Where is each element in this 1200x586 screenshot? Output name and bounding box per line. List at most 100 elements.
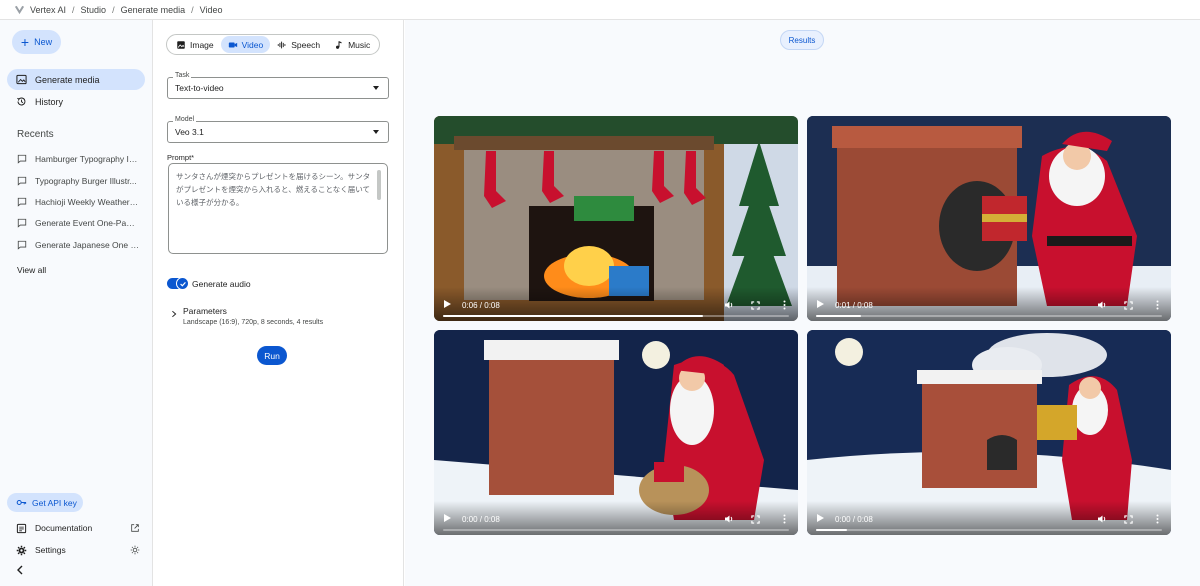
documentation-link[interactable]: Documentation [16, 521, 140, 535]
video-time: 0:00 / 0:08 [462, 515, 500, 524]
recent-item[interactable]: Hachioji Weekly Weather ... [17, 195, 139, 209]
view-all-link[interactable]: View all [17, 265, 46, 275]
results-chip[interactable]: Results [780, 30, 824, 50]
recent-item[interactable]: Generate Japanese One P... [17, 238, 139, 252]
settings-link[interactable]: Settings [16, 543, 140, 557]
breadcrumb-separator: / [112, 4, 115, 15]
recent-item-label: Hamburger Typography Ill... [35, 154, 139, 164]
task-value: Text-to-video [175, 83, 224, 93]
tab-label: Image [190, 39, 214, 50]
video-controls: 0:06 / 0:08 [434, 287, 798, 321]
breadcrumb-item-generate-media[interactable]: Generate media [121, 5, 186, 15]
fullscreen-icon[interactable] [751, 515, 760, 524]
key-icon [16, 499, 27, 506]
video-result-3[interactable]: 0:00 / 0:08 [434, 330, 798, 535]
collapse-sidebar-icon[interactable] [14, 564, 26, 576]
tab-image[interactable]: Image [169, 36, 221, 53]
task-label: Task [173, 72, 192, 79]
video-progress-track[interactable] [443, 529, 789, 531]
play-icon[interactable] [817, 514, 824, 522]
history-icon [17, 97, 26, 106]
run-button[interactable]: Run [257, 346, 287, 365]
breadcrumb: Vertex AI / Studio / Generate media / Vi… [0, 0, 1200, 20]
video-controls: 0:00 / 0:08 [807, 501, 1171, 535]
fullscreen-icon[interactable] [751, 301, 760, 310]
prompt-label: Prompt* [167, 153, 195, 162]
tab-video[interactable]: Video [220, 36, 271, 53]
dropdown-arrow-icon [373, 86, 379, 90]
more-options-icon[interactable] [783, 300, 786, 310]
recent-item-label: Generate Japanese One P... [35, 240, 139, 250]
breadcrumb-item-vertex-ai[interactable]: Vertex AI [30, 5, 66, 15]
more-options-icon[interactable] [783, 514, 786, 524]
video-time: 0:01 / 0:08 [835, 301, 873, 310]
recents-heading: Recents [17, 129, 54, 140]
generate-audio-label: Generate audio [192, 278, 251, 289]
breadcrumb-item-studio[interactable]: Studio [81, 5, 107, 15]
image-edit-icon [16, 74, 27, 85]
play-icon[interactable] [817, 300, 824, 308]
video-progress-track[interactable] [816, 529, 1162, 531]
parameters-title: Parameters [183, 306, 227, 316]
chat-bubble-icon [17, 240, 27, 250]
fullscreen-icon[interactable] [1124, 301, 1133, 310]
play-icon[interactable] [444, 300, 451, 308]
chat-bubble-icon [17, 218, 27, 228]
new-button-label: New [34, 37, 53, 47]
documentation-icon [16, 523, 27, 533]
tab-label: Music [348, 39, 371, 50]
new-button[interactable]: + New [12, 30, 61, 54]
tab-label: Speech [291, 39, 321, 50]
video-result-2[interactable]: 0:01 / 0:08 [807, 116, 1171, 321]
parameters-summary: Landscape (16:9), 720p, 8 seconds, 4 res… [183, 319, 324, 326]
tab-speech[interactable]: Speech [270, 36, 327, 53]
volume-icon[interactable] [724, 514, 734, 524]
recent-item-label: Typography Burger Illustr... [35, 176, 137, 186]
volume-icon[interactable] [1097, 514, 1107, 524]
recent-item[interactable]: Generate Event One-Page... [17, 216, 139, 230]
video-time: 0:06 / 0:08 [462, 301, 500, 310]
vertex-ai-logo-icon [14, 5, 25, 15]
video-controls: 0:01 / 0:08 [807, 287, 1171, 321]
model-select[interactable]: Model Veo 3.1 [167, 116, 389, 143]
dropdown-arrow-icon [373, 130, 379, 134]
image-icon [177, 40, 185, 49]
tab-label: Video [241, 39, 264, 50]
task-select[interactable]: Task Text-to-video [167, 72, 389, 99]
prompt-scrollbar[interactable] [377, 170, 381, 200]
volume-icon[interactable] [1097, 300, 1107, 310]
settings-label: Settings [35, 545, 66, 555]
music-note-icon [336, 40, 342, 49]
prompt-textarea[interactable]: サンタさんが煙突からプレゼントを届けるシーン。サンタがプレゼントを煙突から入れる… [168, 163, 388, 254]
documentation-label: Documentation [35, 523, 93, 533]
get-api-key-label: Get API key [32, 497, 77, 508]
recent-item[interactable]: Typography Burger Illustr... [17, 174, 139, 188]
prompt-text: サンタさんが煙突からプレゼントを届けるシーン。サンタがプレゼントを煙突から入れる… [176, 172, 371, 207]
media-mode-tabs: Image Video Speech Music [166, 34, 380, 55]
video-progress-fill [816, 529, 848, 531]
plus-icon: + [20, 33, 30, 50]
more-options-icon[interactable] [1156, 514, 1159, 524]
video-progress-track[interactable] [443, 315, 789, 317]
generate-audio-row: Generate audio [167, 277, 251, 290]
more-options-icon[interactable] [1156, 300, 1159, 310]
tab-music[interactable]: Music [327, 36, 377, 53]
parameters-expander[interactable]: Parameters Landscape (16:9), 720p, 8 sec… [170, 306, 323, 326]
get-api-key-button[interactable]: Get API key [7, 493, 83, 512]
volume-icon[interactable] [724, 300, 734, 310]
theme-sun-icon[interactable] [130, 545, 140, 555]
results-panel: Results 0:06 / 0:08 0:01 / 0:08 0:00 / 0… [405, 20, 1200, 586]
sidebar-item-label: Generate media [35, 74, 100, 85]
video-result-1[interactable]: 0:06 / 0:08 [434, 116, 798, 321]
breadcrumb-separator: / [72, 4, 75, 15]
recent-item[interactable]: Hamburger Typography Ill... [17, 152, 139, 166]
generate-audio-toggle[interactable] [167, 277, 189, 290]
video-progress-track[interactable] [816, 315, 1162, 317]
fullscreen-icon[interactable] [1124, 515, 1133, 524]
sidebar-item-generate-media[interactable]: Generate media [7, 69, 145, 90]
videocam-icon [228, 42, 237, 47]
video-result-4[interactable]: 0:00 / 0:08 [807, 330, 1171, 535]
chevron-right-icon [172, 310, 177, 318]
play-icon[interactable] [444, 514, 451, 522]
sidebar-item-history[interactable]: History [7, 91, 145, 112]
